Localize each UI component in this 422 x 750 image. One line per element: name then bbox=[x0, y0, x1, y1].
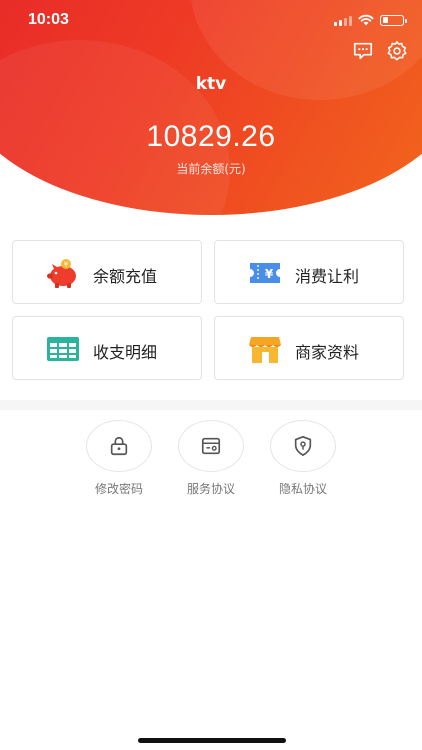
balance-amount: 10829.26 bbox=[146, 120, 276, 153]
status-indicators bbox=[334, 14, 407, 26]
coupon-icon: ¥ bbox=[250, 263, 280, 283]
svg-text:¥: ¥ bbox=[64, 261, 69, 269]
section-divider bbox=[0, 400, 422, 410]
gear-icon[interactable] bbox=[386, 40, 408, 62]
privacy-agreement-label: 隐私协议 bbox=[278, 482, 327, 496]
store-icon bbox=[249, 337, 281, 363]
merchant-info-label: 商家资料 bbox=[295, 343, 360, 362]
change-password-label: 修改密码 bbox=[94, 482, 143, 496]
page-title: ktv bbox=[195, 74, 227, 94]
privacy-agreement-link[interactable]: 隐私协议 bbox=[268, 420, 338, 497]
service-agreement-label: 服务协议 bbox=[186, 482, 235, 496]
discount-label: 消费让利 bbox=[295, 267, 360, 286]
header-banner bbox=[0, 0, 422, 215]
recharge-button[interactable]: ¥ 余额充值 bbox=[12, 240, 202, 304]
agreement-icon bbox=[201, 437, 221, 455]
recharge-label: 余额充值 bbox=[93, 267, 158, 286]
wifi-icon bbox=[358, 14, 374, 26]
lock-icon bbox=[110, 436, 128, 456]
merchant-info-button[interactable]: 商家资料 bbox=[214, 316, 404, 380]
service-agreement-link[interactable]: 服务协议 bbox=[176, 420, 246, 497]
discount-button[interactable]: ¥ 消费让利 bbox=[214, 240, 404, 304]
shield-icon bbox=[294, 436, 312, 456]
ledger-icon bbox=[47, 337, 79, 361]
signal-icon bbox=[334, 15, 352, 26]
status-time: 10:03 bbox=[28, 11, 69, 28]
message-icon[interactable] bbox=[352, 40, 374, 62]
svg-text:¥: ¥ bbox=[265, 267, 274, 281]
piggy-bank-icon: ¥ bbox=[47, 259, 76, 288]
balance-label: 当前余额(元) bbox=[176, 162, 246, 176]
statement-button[interactable]: 收支明细 bbox=[12, 316, 202, 380]
home-indicator[interactable] bbox=[138, 738, 286, 743]
statement-label: 收支明细 bbox=[93, 343, 158, 362]
battery-icon bbox=[380, 14, 407, 26]
change-password-link[interactable]: 修改密码 bbox=[84, 420, 154, 497]
